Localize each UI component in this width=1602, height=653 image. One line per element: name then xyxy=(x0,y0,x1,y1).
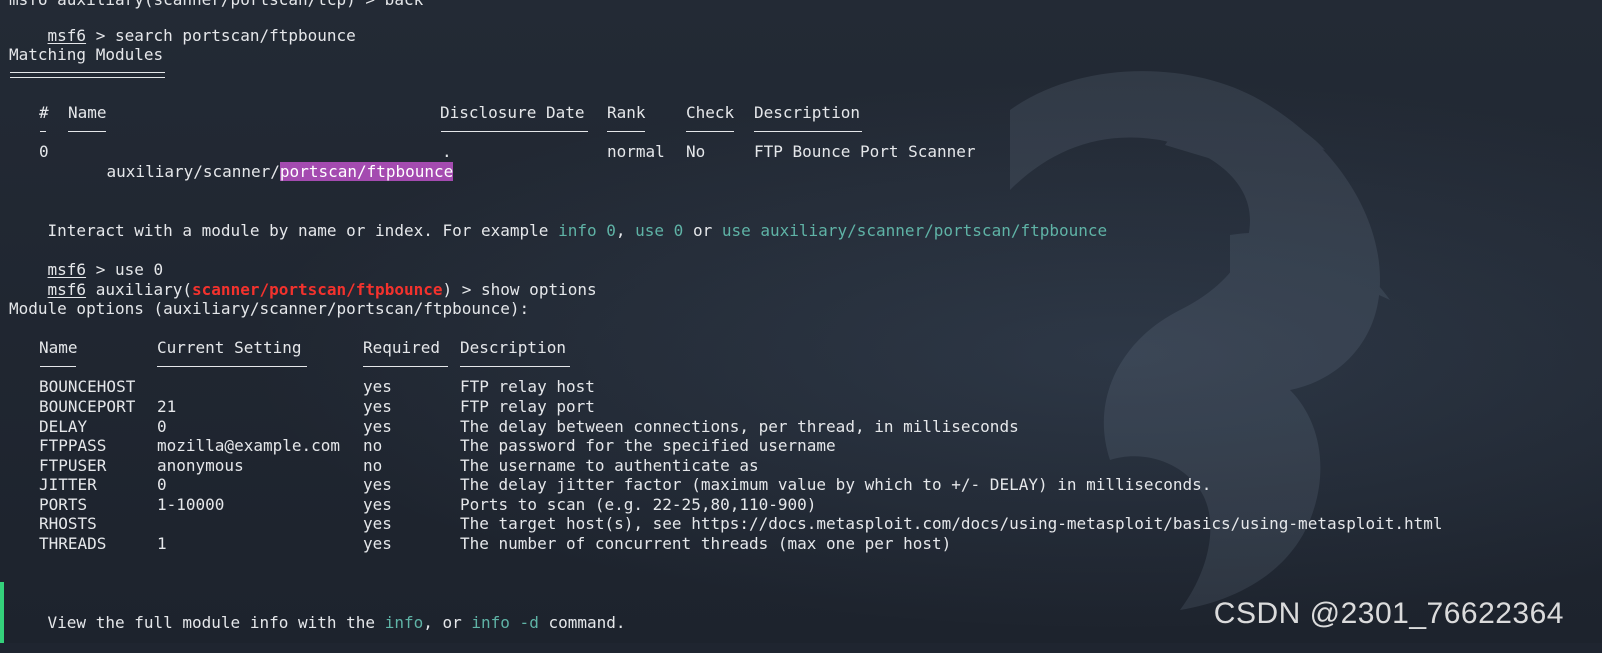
option-row-ftpuser-setting: anonymous xyxy=(157,456,244,475)
aux-module-name: scanner/portscan/ftpbounce xyxy=(192,280,443,299)
footer-mid-text: , or xyxy=(423,613,472,632)
option-row-bounceport-name: BOUNCEPORT xyxy=(39,397,136,416)
options-header-description: Description xyxy=(460,338,566,357)
result-row-num: 0 xyxy=(39,142,49,161)
options-header-name: Name xyxy=(39,338,78,357)
option-row-jitter-required: yes xyxy=(363,475,392,494)
results-header-rank-underline xyxy=(607,131,645,132)
option-row-bounceport-required: yes xyxy=(363,397,392,416)
module-options-title: Module options (auxiliary/scanner/portsc… xyxy=(9,299,530,318)
option-row-jitter-description: The delay jitter factor (maximum value b… xyxy=(460,475,1212,494)
option-row-ports-required: yes xyxy=(363,495,392,514)
results-header-num: # xyxy=(39,103,49,122)
results-header-check: Check xyxy=(686,103,735,122)
results-header-rank: Rank xyxy=(607,103,646,122)
option-row-jitter-name: JITTER xyxy=(39,475,97,494)
use-command-line: msf6 > use 0 xyxy=(9,240,164,279)
result-row-check: No xyxy=(686,142,706,161)
option-row-ftpuser-required: no xyxy=(363,456,383,475)
options-header-setting: Current Setting xyxy=(157,338,302,357)
results-header-description: Description xyxy=(754,103,860,122)
option-row-ftppass-description: The password for the specified username xyxy=(460,436,836,455)
option-row-ftppass-setting: mozilla@example.com xyxy=(157,436,341,455)
option-row-ports-name: PORTS xyxy=(39,495,88,514)
search-command-text: > search portscan/ftpbounce xyxy=(86,26,356,45)
msf6-prompt-label: msf6 xyxy=(47,26,87,45)
options-header-required-underline xyxy=(363,366,448,367)
search-command-line: msf6 > search portscan/ftpbounce xyxy=(9,6,356,45)
results-header-check-underline xyxy=(686,131,734,132)
option-row-rhosts-required: yes xyxy=(363,514,392,533)
interact-hint-text: Interact with a module by name or index.… xyxy=(47,221,559,240)
option-row-rhosts-name: RHOSTS xyxy=(39,514,97,533)
interact-use-full-command[interactable]: use auxiliary/scanner/portscan/ftpbounce xyxy=(722,221,1107,240)
option-row-threads-setting: 1 xyxy=(157,534,167,553)
options-header-name-underline xyxy=(40,366,76,367)
results-header-num-underline xyxy=(40,131,46,132)
footer-hint-line: View the full module info with the info,… xyxy=(9,593,626,632)
option-row-ports-description: Ports to scan (e.g. 22-25,80,110-900) xyxy=(460,495,817,514)
option-row-ftppass-required: no xyxy=(363,436,383,455)
option-row-ports-setting: 1-10000 xyxy=(157,495,225,514)
option-row-delay-setting: 0 xyxy=(157,417,167,436)
interact-info-command[interactable]: info 0 xyxy=(558,221,616,240)
option-row-delay-name: DELAY xyxy=(39,417,88,436)
footer-info-d-command[interactable]: info -d xyxy=(471,613,538,632)
matching-modules-title: Matching Modules xyxy=(9,45,164,64)
result-row-name[interactable]: auxiliary/scanner/portscan/ftpbounce xyxy=(68,142,454,202)
options-header-description-underline xyxy=(460,366,570,367)
results-header-date-underline xyxy=(441,131,588,132)
aux-prefix-text: auxiliary( xyxy=(86,280,193,299)
result-row-rank: normal xyxy=(607,142,665,161)
footer-suffix-text: command. xyxy=(538,613,626,632)
terminal-output: msf6 auxiliary(scanner/portscan/tcp) > b… xyxy=(0,0,1602,643)
interact-use-command[interactable]: use 0 xyxy=(635,221,683,240)
show-options-command-line: msf6 auxiliary(scanner/portscan/ftpbounc… xyxy=(9,260,597,299)
option-row-ftpuser-name: FTPUSER xyxy=(39,456,107,475)
prompt-accent-bar xyxy=(0,582,4,643)
option-row-bounceport-setting: 21 xyxy=(157,397,177,416)
option-row-threads-name: THREADS xyxy=(39,534,107,553)
options-header-setting-underline xyxy=(157,366,307,367)
show-options-command-text: ) > show options xyxy=(442,280,597,299)
interact-separator: , xyxy=(615,221,636,240)
option-row-rhosts-description: The target host(s), see https://docs.met… xyxy=(460,514,1443,533)
option-row-jitter-setting: 0 xyxy=(157,475,167,494)
option-row-delay-required: yes xyxy=(363,417,392,436)
option-row-ftppass-name: FTPPASS xyxy=(39,436,107,455)
interact-or-text: or xyxy=(683,221,722,240)
result-row-description: FTP Bounce Port Scanner xyxy=(754,142,976,161)
results-header-name: Name xyxy=(68,103,107,122)
result-row-date: . xyxy=(442,142,452,161)
interact-hint-line: Interact with a module by name or index.… xyxy=(9,201,1108,240)
matching-modules-underline xyxy=(10,72,165,78)
footer-info-command[interactable]: info xyxy=(385,613,424,632)
option-row-threads-required: yes xyxy=(363,534,392,553)
option-row-bouncehost-required: yes xyxy=(363,377,392,396)
results-header-date: Disclosure Date xyxy=(440,103,585,122)
option-row-bounceport-description: FTP relay port xyxy=(460,397,595,416)
options-header-required: Required xyxy=(363,338,441,357)
results-header-name-underline xyxy=(68,131,106,132)
option-row-delay-description: The delay between connections, per threa… xyxy=(460,417,1019,436)
csdn-watermark: CSDN @2301_76622364 xyxy=(1213,597,1564,630)
option-row-threads-description: The number of concurrent threads (max on… xyxy=(460,534,952,553)
option-row-bouncehost-name: BOUNCEHOST xyxy=(39,377,136,396)
option-row-bouncehost-description: FTP relay host xyxy=(460,377,595,396)
result-name-prefix: auxiliary/scanner/ xyxy=(106,162,280,181)
result-name-highlight: portscan/ftpbounce xyxy=(279,162,454,181)
footer-prefix-text: View the full module info with the xyxy=(47,613,385,632)
results-header-description-underline xyxy=(754,131,862,132)
msf6-prompt-label: msf6 xyxy=(47,280,87,299)
option-row-ftpuser-description: The username to authenticate as xyxy=(460,456,759,475)
